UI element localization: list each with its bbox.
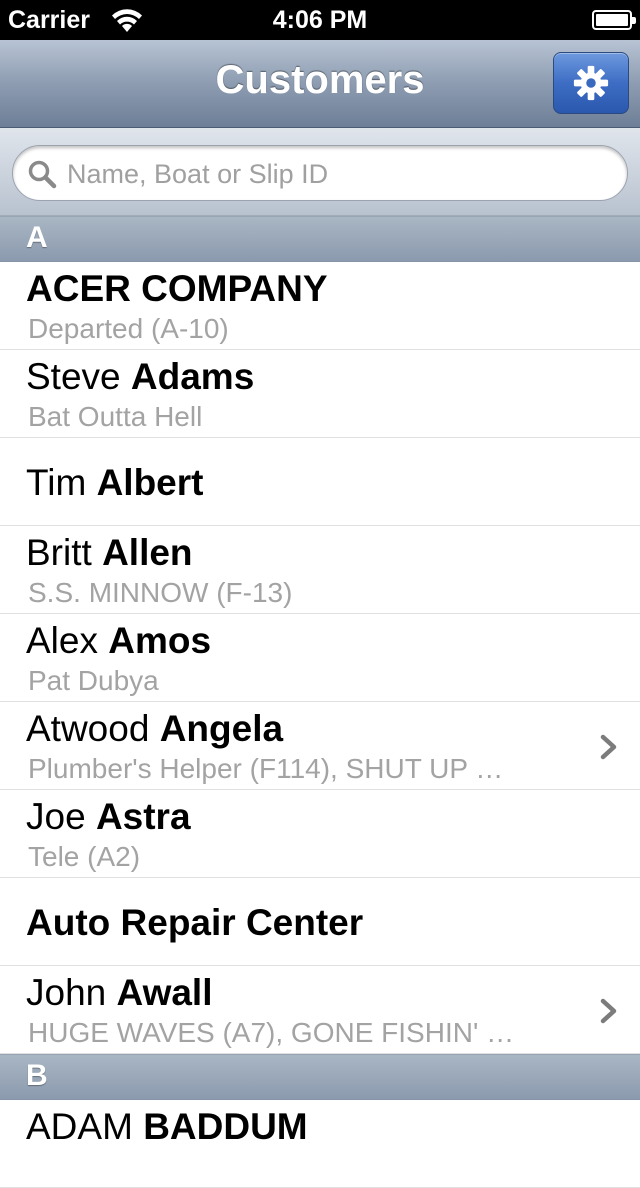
customer-last-name: BADDUM xyxy=(143,1106,308,1147)
status-bar: Carrier 4:06 PM xyxy=(0,0,640,40)
section-letter: B xyxy=(26,1059,48,1092)
customer-detail: Bat Outta Hell xyxy=(28,401,203,432)
customer-last-name: Allen xyxy=(102,532,193,573)
list-item[interactable]: John Awall HUGE WAVES (A7), GONE FISHIN'… xyxy=(0,966,640,1054)
customer-last-name: ACER COMPANY xyxy=(26,268,328,309)
customer-detail: Plumber's Helper (F114), SHUT UP … xyxy=(28,753,504,784)
customer-last-name: Angela xyxy=(159,708,284,749)
customer-last-name: Amos xyxy=(108,620,212,661)
search-input[interactable] xyxy=(65,154,609,194)
customer-name: ADAM BADDUM xyxy=(26,1106,308,1147)
list-item[interactable]: Alex Amos Pat Dubya xyxy=(0,614,640,702)
customer-detail: Departed (A-10) xyxy=(28,313,229,344)
chevron-right-icon xyxy=(600,734,617,760)
customer-last-name: Astra xyxy=(95,796,191,837)
customer-detail: S.S. MINNOW (F-13) xyxy=(28,577,293,608)
settings-button[interactable] xyxy=(553,52,629,114)
search-field[interactable] xyxy=(12,145,628,201)
customer-name: Joe Astra xyxy=(26,796,191,837)
customer-name: Steve Adams xyxy=(26,356,255,397)
customer-name: John Awall xyxy=(26,972,213,1013)
list-item[interactable]: Atwood Angela Plumber's Helper (F114), S… xyxy=(0,702,640,790)
customer-name: ACER COMPANY xyxy=(26,268,328,310)
navigation-bar: Customers xyxy=(0,40,640,128)
list-item[interactable]: Joe Astra Tele (A2) xyxy=(0,790,640,878)
list-item[interactable]: Steve Adams Bat Outta Hell xyxy=(0,350,640,438)
list-item[interactable]: Britt Allen S.S. MINNOW (F-13) xyxy=(0,526,640,614)
chevron-right-icon xyxy=(600,998,617,1024)
customer-last-name: Awall xyxy=(116,972,213,1013)
section-header-a: A xyxy=(0,216,640,262)
list-item[interactable]: Tim Albert xyxy=(0,438,640,526)
customer-detail: HUGE WAVES (A7), GONE FISHIN' … xyxy=(28,1017,515,1048)
customer-last-name: Adams xyxy=(130,356,255,397)
list-item[interactable]: ADAM BADDUM xyxy=(0,1100,640,1188)
battery-icon xyxy=(592,10,636,30)
customer-detail: Tele (A2) xyxy=(28,841,141,872)
gear-icon xyxy=(573,65,609,101)
customer-name: Atwood Angela xyxy=(26,708,284,749)
list-item[interactable]: Auto Repair Center xyxy=(0,878,640,966)
customer-name: Alex Amos xyxy=(26,620,212,661)
section-header-b: B xyxy=(0,1054,640,1100)
section-letter: A xyxy=(26,221,48,254)
customer-name: Tim Albert xyxy=(26,462,204,503)
customer-last-name: Auto Repair Center xyxy=(26,902,364,943)
customer-name: Auto Repair Center xyxy=(26,902,363,944)
search-icon xyxy=(28,160,57,189)
list-item[interactable]: ACER COMPANY Departed (A-10) xyxy=(0,262,640,350)
page-title: Customers xyxy=(215,58,425,102)
customer-last-name: Albert xyxy=(96,462,204,503)
customer-name: Britt Allen xyxy=(26,532,193,573)
search-bar xyxy=(0,128,640,216)
customer-detail: Pat Dubya xyxy=(28,665,159,696)
clock: 4:06 PM xyxy=(272,6,368,34)
